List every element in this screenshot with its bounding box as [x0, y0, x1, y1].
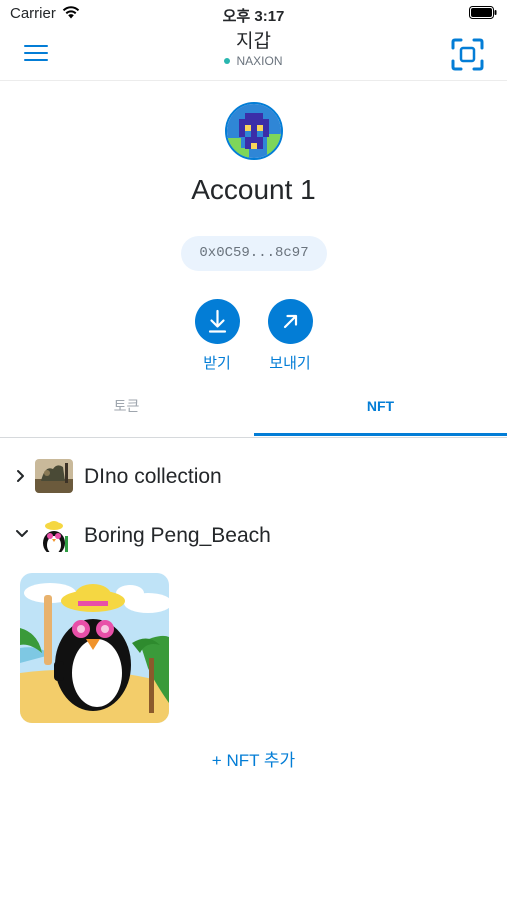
collection-row-boring-peng[interactable]: Boring Peng_Beach [15, 516, 495, 556]
penguin-collection-image-icon [35, 518, 73, 552]
dino-collection-image-icon [35, 459, 73, 493]
account-avatar[interactable] [225, 102, 283, 160]
chevron-right-icon [17, 470, 24, 482]
page-title: 지갑 [236, 31, 271, 52]
account-address-button[interactable]: 0x0C59...8c97 [181, 236, 327, 271]
send-label: 보내기 [269, 355, 311, 372]
add-nft-button[interactable]: + NFT 추가 [0, 746, 507, 771]
collection-name: Boring Peng_Beach [84, 524, 271, 547]
wallet-header: 지갑 NAXION [0, 22, 507, 81]
asset-tabs: 토큰 NFT [0, 383, 507, 438]
battery-icon [469, 6, 497, 19]
account-name[interactable]: Account 1 [0, 174, 507, 206]
receive-button[interactable]: 받기 [177, 299, 257, 373]
collection-row-dino[interactable]: DIno collection [15, 457, 495, 497]
arrow-up-right-icon [283, 314, 297, 329]
send-button[interactable]: 보내기 [250, 299, 330, 373]
active-tab-indicator [254, 433, 507, 436]
collection-thumbnail [35, 459, 73, 493]
identicon-icon [227, 104, 281, 158]
qr-scan-icon[interactable] [451, 38, 484, 71]
tab-tokens[interactable]: 토큰 [0, 383, 253, 437]
collection-thumbnail [35, 518, 73, 552]
collection-name: DIno collection [84, 465, 222, 488]
boring-penguin-nft-image [20, 573, 169, 723]
network-indicator[interactable]: NAXION [0, 54, 507, 68]
chevron-down-icon [16, 530, 28, 537]
nft-card[interactable] [20, 573, 169, 723]
network-status-dot [224, 57, 231, 64]
download-icon [208, 309, 226, 333]
network-name: NAXION [236, 54, 283, 68]
tab-nft[interactable]: NFT [254, 383, 507, 437]
receive-label: 받기 [203, 355, 231, 372]
